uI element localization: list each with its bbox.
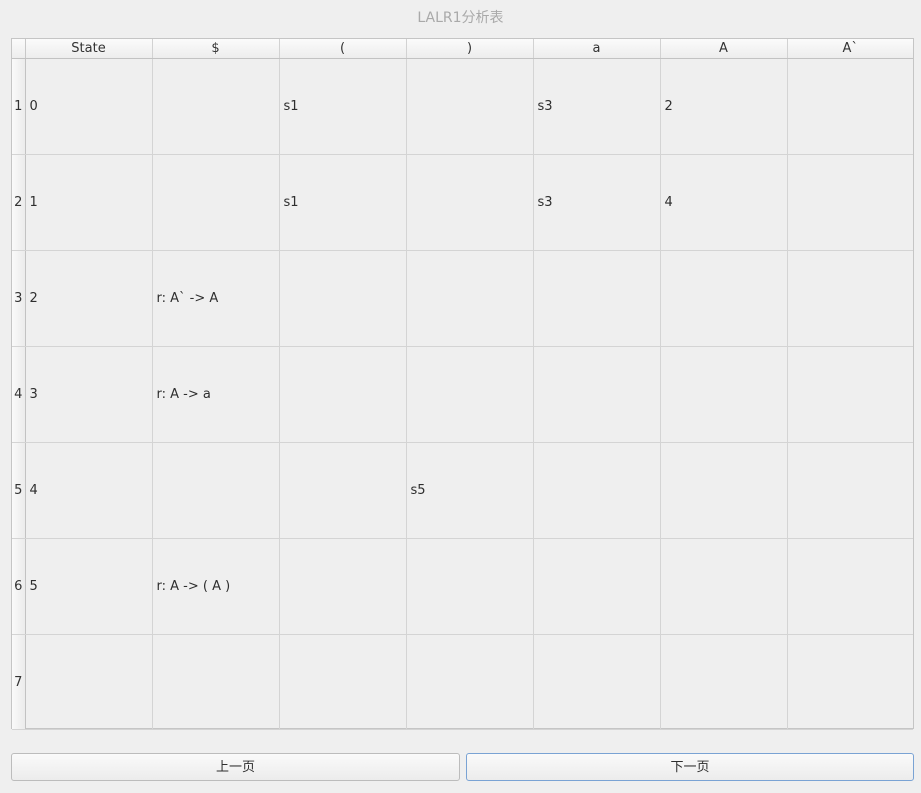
corner-button[interactable] [12, 39, 26, 59]
table-cell[interactable] [25, 634, 153, 730]
table-cell[interactable]: r: A` -> A [152, 250, 280, 347]
table-cell[interactable] [660, 634, 788, 730]
row-header[interactable]: 1 [12, 58, 26, 155]
table-cell[interactable]: s3 [533, 58, 661, 155]
table-cell[interactable] [787, 634, 913, 730]
table-cell[interactable]: s3 [533, 154, 661, 251]
table-row: 6 5 r: A -> ( A ) [12, 538, 913, 635]
table-cell[interactable] [533, 634, 661, 730]
table-cell[interactable] [533, 538, 661, 635]
row-header[interactable]: 3 [12, 250, 26, 347]
table-cell[interactable]: 1 [25, 154, 153, 251]
table-cell[interactable] [279, 442, 407, 539]
table-cell[interactable] [787, 346, 913, 443]
column-header-dollar[interactable]: $ [152, 39, 280, 59]
column-header-rparen[interactable]: ) [406, 39, 534, 59]
table-cell[interactable] [406, 58, 534, 155]
table-row: 4 3 r: A -> a [12, 346, 913, 443]
table-cell[interactable] [660, 346, 788, 443]
table-cell[interactable] [533, 250, 661, 347]
table-row: 2 1 s1 s3 4 [12, 154, 913, 251]
table-row: 1 0 s1 s3 2 [12, 58, 913, 155]
table-cell[interactable] [787, 250, 913, 347]
table-cell[interactable] [279, 346, 407, 443]
table-cell[interactable] [152, 442, 280, 539]
row-header[interactable]: 7 [12, 634, 26, 730]
table-cell[interactable] [787, 58, 913, 155]
table-cell[interactable]: 4 [660, 154, 788, 251]
column-header-a[interactable]: a [533, 39, 661, 59]
table-cell[interactable] [152, 634, 280, 730]
row-header[interactable]: 5 [12, 442, 26, 539]
table-row: 5 4 s5 [12, 442, 913, 539]
prev-page-button[interactable]: 上一页 [11, 753, 460, 781]
table-cell[interactable]: r: A -> a [152, 346, 280, 443]
table-cell[interactable] [787, 538, 913, 635]
table-row: 3 2 r: A` -> A [12, 250, 913, 347]
table-cell[interactable] [787, 154, 913, 251]
table-cell[interactable]: s5 [406, 442, 534, 539]
column-header-state[interactable]: State [25, 39, 153, 59]
column-header-A[interactable]: A [660, 39, 788, 59]
table-cell[interactable]: s1 [279, 58, 407, 155]
table-cell[interactable]: 4 [25, 442, 153, 539]
table-cell[interactable] [279, 538, 407, 635]
column-header-A-prime[interactable]: A` [787, 39, 913, 59]
table-cell[interactable] [406, 154, 534, 251]
table-cell[interactable] [279, 634, 407, 730]
table-cell[interactable] [279, 250, 407, 347]
table-cell[interactable]: 5 [25, 538, 153, 635]
table-cell[interactable] [533, 442, 661, 539]
table-cell[interactable] [152, 154, 280, 251]
row-header[interactable]: 2 [12, 154, 26, 251]
row-header[interactable]: 6 [12, 538, 26, 635]
next-page-button[interactable]: 下一页 [466, 753, 914, 781]
table-cell[interactable]: s1 [279, 154, 407, 251]
column-header-lparen[interactable]: ( [279, 39, 407, 59]
window-title: LALR1分析表 [417, 10, 504, 26]
table-cell[interactable] [406, 346, 534, 443]
table-cell[interactable] [660, 442, 788, 539]
table-cell[interactable] [406, 538, 534, 635]
table-cell[interactable]: 2 [660, 58, 788, 155]
table-cell[interactable] [660, 538, 788, 635]
table-cell[interactable] [787, 442, 913, 539]
table-cell[interactable]: 2 [25, 250, 153, 347]
table-cell[interactable]: 3 [25, 346, 153, 443]
table-row: 7 [12, 634, 913, 730]
table-cell[interactable] [152, 58, 280, 155]
table-cell[interactable]: r: A -> ( A ) [152, 538, 280, 635]
table-cell[interactable] [660, 250, 788, 347]
row-header[interactable]: 4 [12, 346, 26, 443]
column-header-row: State $ ( ) a A A` [12, 39, 913, 59]
table-cell[interactable] [406, 634, 534, 730]
table-cell[interactable] [406, 250, 534, 347]
lalr1-table[interactable]: State $ ( ) a A A` 1 0 s1 s3 2 2 1 s1 s3… [11, 38, 914, 730]
table-cell[interactable]: 0 [25, 58, 153, 155]
table-cell[interactable] [533, 346, 661, 443]
